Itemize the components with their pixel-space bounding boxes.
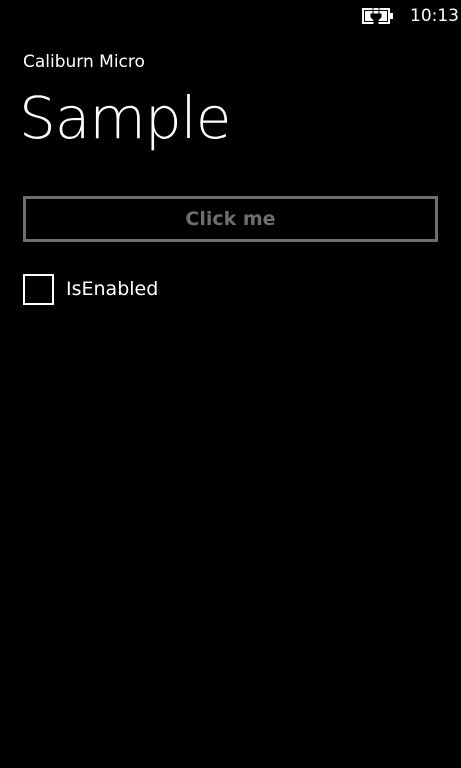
isenabled-checkbox-row[interactable]: IsEnabled: [23, 274, 158, 305]
status-time: 10:13: [410, 6, 459, 26]
app-title: Caliburn Micro: [23, 52, 145, 72]
isenabled-checkbox[interactable]: [23, 274, 54, 305]
battery-charging-icon: [362, 8, 393, 24]
click-me-button[interactable]: Click me: [23, 196, 438, 242]
page-title: Sample: [19, 84, 231, 152]
status-bar: 10:13: [0, 0, 461, 32]
isenabled-checkbox-label: IsEnabled: [66, 278, 159, 300]
